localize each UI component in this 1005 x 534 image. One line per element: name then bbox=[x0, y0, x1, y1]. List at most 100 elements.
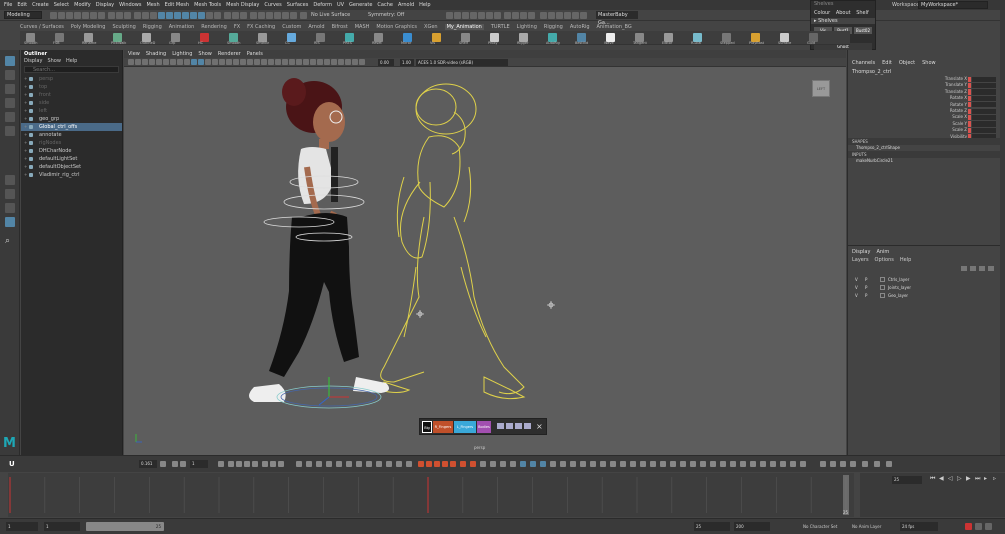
anim-tool-icon[interactable] bbox=[490, 461, 496, 467]
expand-icon[interactable]: + bbox=[24, 155, 27, 163]
viewport-panel[interactable]: View Shading Lighting Show Renderer Panels 0.… bbox=[124, 50, 846, 455]
viewport-tool-icon[interactable] bbox=[331, 59, 337, 65]
status-tool-icon[interactable] bbox=[512, 12, 519, 19]
shelf-tab[interactable]: Poly Modeling bbox=[71, 24, 106, 30]
viewport-tool-icon[interactable] bbox=[163, 59, 169, 65]
show-menu[interactable]: Show bbox=[922, 60, 936, 66]
status-tool-icon[interactable] bbox=[572, 12, 579, 19]
anim-tool-icon[interactable] bbox=[386, 461, 392, 467]
playback-button-icon[interactable]: ▸ bbox=[984, 475, 987, 482]
layer-color-swatch[interactable] bbox=[880, 285, 885, 290]
anim-tool-icon[interactable] bbox=[218, 461, 224, 467]
status-tool-icon[interactable] bbox=[240, 12, 247, 19]
outliner-layout-icon[interactable] bbox=[5, 217, 15, 227]
attribute-value-field[interactable] bbox=[972, 95, 996, 102]
anim-tool-icon[interactable] bbox=[376, 461, 382, 467]
status-tool-icon[interactable] bbox=[528, 12, 535, 19]
prefs-icon[interactable] bbox=[975, 523, 982, 530]
menu-surfaces[interactable]: Surfaces bbox=[287, 2, 309, 8]
anim-tool-icon[interactable] bbox=[450, 461, 456, 467]
outliner-menu-show[interactable]: Show bbox=[47, 58, 61, 64]
workspace-selector[interactable]: MyWorkspace* bbox=[918, 1, 988, 9]
anim-tool-icon[interactable] bbox=[820, 461, 826, 467]
search-icon[interactable]: ⌕ bbox=[5, 236, 15, 246]
status-tool-icon[interactable] bbox=[214, 12, 221, 19]
anim-tool-icon[interactable] bbox=[590, 461, 596, 467]
viewport-menu-renderer[interactable]: Renderer bbox=[218, 51, 241, 57]
anim-tool-icon[interactable] bbox=[316, 461, 322, 467]
shelf-tab[interactable]: FX bbox=[234, 24, 240, 30]
layer-visibility-toggle[interactable]: V bbox=[855, 276, 858, 283]
menu-deform[interactable]: Deform bbox=[313, 2, 332, 8]
anim-tool-icon[interactable] bbox=[336, 461, 342, 467]
anim-tool-icon[interactable] bbox=[710, 461, 716, 467]
settings-icon[interactable] bbox=[985, 523, 992, 530]
anim-tool-icon[interactable] bbox=[530, 461, 536, 467]
anim-end-field[interactable]: 25 bbox=[694, 522, 730, 531]
anim-tool-icon[interactable] bbox=[418, 461, 424, 467]
anim-tool-icon[interactable] bbox=[442, 461, 448, 467]
status-tool-icon[interactable] bbox=[478, 12, 485, 19]
move-tool-icon[interactable] bbox=[5, 98, 15, 108]
expand-icon[interactable]: + bbox=[24, 171, 27, 179]
viewport-menu-shading[interactable]: Shading bbox=[146, 51, 166, 57]
hand-icon[interactable] bbox=[515, 423, 522, 429]
status-tool-icon[interactable] bbox=[232, 12, 239, 19]
expand-icon[interactable]: + bbox=[24, 91, 27, 99]
anim-tool-icon[interactable] bbox=[840, 461, 846, 467]
layer-tool-icon[interactable] bbox=[979, 266, 985, 271]
current-time-indicator[interactable] bbox=[843, 475, 849, 515]
anim-tool-icon[interactable] bbox=[236, 461, 242, 467]
attribute-value-field[interactable] bbox=[972, 89, 996, 95]
expand-icon[interactable]: + bbox=[24, 147, 27, 155]
anim-tool-icon[interactable] bbox=[850, 461, 856, 467]
key-field[interactable]: 1 bbox=[190, 460, 208, 468]
outliner-item[interactable]: + top bbox=[21, 83, 122, 91]
viewport-tool-icon[interactable] bbox=[149, 59, 155, 65]
layer-tool-icon[interactable] bbox=[961, 266, 967, 271]
paint-tool-icon[interactable] bbox=[5, 84, 15, 94]
shelf-tab[interactable]: My_Animation bbox=[444, 23, 484, 30]
anim-tool-icon[interactable] bbox=[600, 461, 606, 467]
viewport-tool-icon[interactable] bbox=[219, 59, 225, 65]
shelf-tab[interactable]: AutoRig bbox=[570, 24, 590, 30]
object-menu[interactable]: Object bbox=[899, 60, 915, 66]
viewport-tool-icon[interactable] bbox=[240, 59, 246, 65]
viewport-menu-lighting[interactable]: Lighting bbox=[172, 51, 192, 57]
viewport-tool-icon[interactable] bbox=[177, 59, 183, 65]
hand-icon[interactable] bbox=[506, 423, 513, 429]
outliner-item[interactable]: + annotate bbox=[21, 131, 122, 139]
status-tool-icon[interactable] bbox=[282, 12, 289, 19]
anim-tool-icon[interactable] bbox=[640, 461, 646, 467]
anim-tool-icon[interactable] bbox=[470, 461, 476, 467]
playback-button-icon[interactable]: ▹ bbox=[993, 475, 996, 482]
shelf-tab[interactable]: Animation bbox=[169, 24, 195, 30]
help-menu[interactable]: Help bbox=[900, 257, 911, 263]
status-tool-icon[interactable] bbox=[98, 12, 105, 19]
shelf-tab[interactable]: Custom bbox=[282, 24, 301, 30]
viewport-tool-icon[interactable] bbox=[296, 59, 302, 65]
mode-selector[interactable]: Modeling bbox=[4, 11, 42, 19]
layer-row[interactable]: V P Geo_layer bbox=[850, 292, 995, 299]
playback-button-icon[interactable]: ◀ bbox=[939, 475, 944, 482]
status-tool-icon[interactable] bbox=[258, 12, 265, 19]
shelf-tab[interactable]: Rigging bbox=[143, 24, 162, 30]
popup-colour[interactable]: Colour bbox=[814, 10, 830, 16]
menu-curves[interactable]: Curves bbox=[264, 2, 281, 8]
menu-file[interactable]: File bbox=[4, 2, 12, 8]
menu-select[interactable]: Select bbox=[54, 2, 69, 8]
viewport-tool-icon[interactable] bbox=[205, 59, 211, 65]
side-tab-rail[interactable] bbox=[1000, 10, 1005, 455]
anim-tool-icon[interactable] bbox=[356, 461, 362, 467]
outliner-item[interactable]: + front bbox=[21, 91, 122, 99]
shelf-tab[interactable]: Arnold bbox=[308, 24, 324, 30]
anim-tool-icon[interactable] bbox=[180, 461, 186, 467]
menu-display[interactable]: Display bbox=[96, 2, 114, 8]
layer-playback-toggle[interactable]: P bbox=[865, 284, 867, 291]
viewport-tool-icon[interactable] bbox=[226, 59, 232, 65]
viewport-tool-icon[interactable] bbox=[254, 59, 260, 65]
undo-icon[interactable]: U bbox=[9, 460, 15, 468]
attribute-value-field[interactable] bbox=[972, 108, 996, 114]
anim-tool-icon[interactable] bbox=[434, 461, 440, 467]
expand-icon[interactable]: + bbox=[24, 163, 27, 171]
